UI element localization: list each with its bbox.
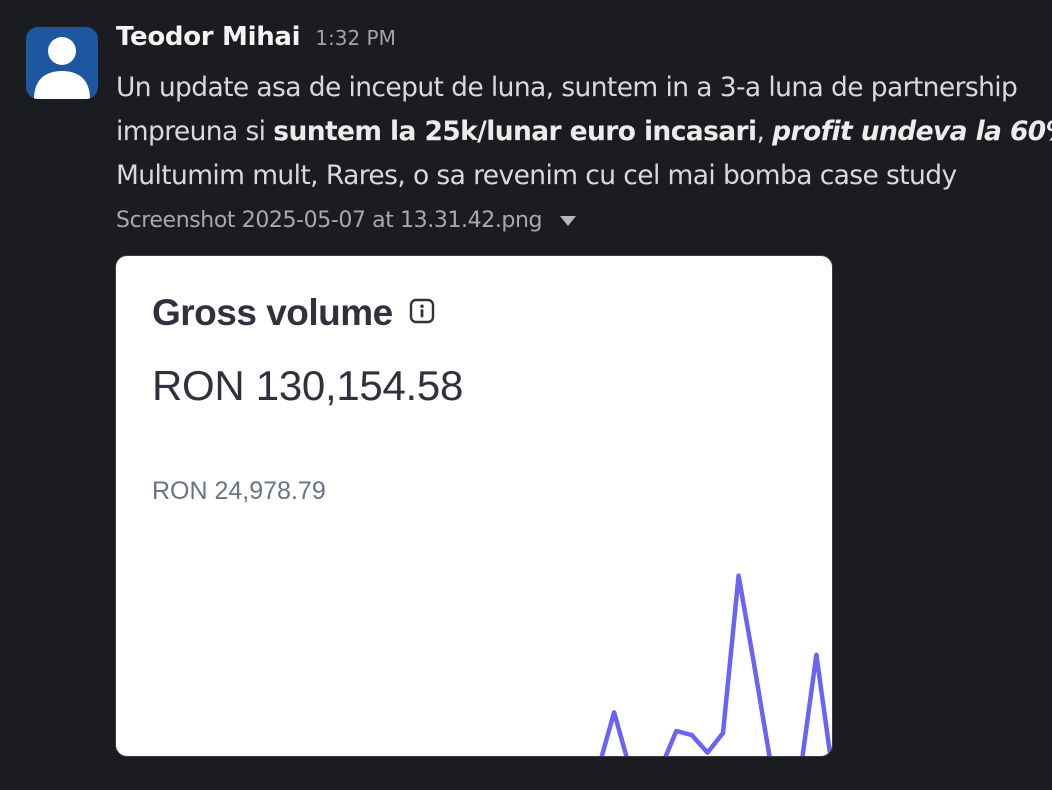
line2-prefix: impreuna si — [116, 116, 274, 147]
attached-image-preview[interactable]: Gross volume RON 130,154.58 RON 24,978.7… — [115, 255, 833, 757]
message-line-1: Un update asa de inceput de luna, suntem… — [116, 72, 1018, 103]
message-header: Teodor Mihai 1:32 PM — [116, 22, 396, 62]
gross-volume-chart — [599, 573, 832, 756]
gross-volume-series-line — [599, 573, 832, 756]
bold-revenue-text: suntem la 25k/lunar euro incasari — [273, 116, 757, 147]
chat-message: Teodor Mihai 1:32 PM Un update asa de in… — [0, 0, 1052, 790]
message-body: Un update asa de inceput de luna, suntem… — [116, 66, 1052, 198]
attachment-header: Screenshot 2025-05-07 at 13.31.42.png — [116, 208, 577, 233]
message-line-3: Multumim mult, Rares, o sa revenim cu ce… — [116, 160, 957, 191]
caret-down-icon[interactable] — [560, 208, 577, 233]
sender-name[interactable]: Teodor Mihai — [116, 22, 301, 52]
message-line-2: impreuna si suntem la 25k/lunar euro inc… — [116, 110, 1052, 154]
bold-italic-profit-text: profit undeva la 60% — [772, 116, 1052, 147]
message-timestamp[interactable]: 1:32 PM — [315, 26, 396, 50]
line2-comma: , — [756, 116, 773, 147]
attachment-filename[interactable]: Screenshot 2025-05-07 at 13.31.42.png — [116, 208, 543, 233]
user-silhouette-icon — [34, 37, 90, 99]
avatar[interactable] — [26, 27, 98, 99]
